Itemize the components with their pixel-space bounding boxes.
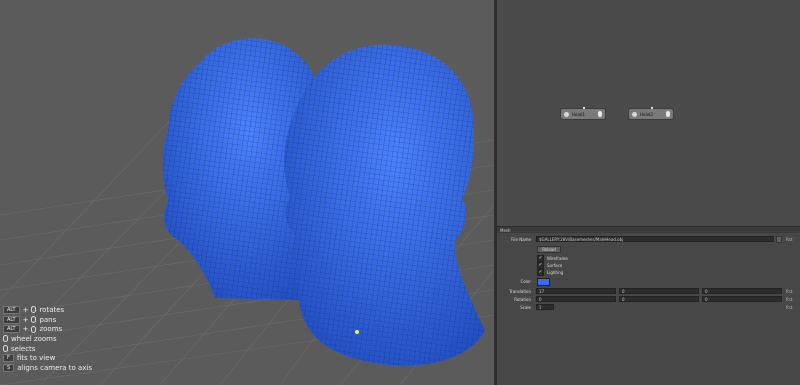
node-icon <box>632 111 637 117</box>
help-line-rotate: ALT + rotates <box>3 305 92 315</box>
rotation-y-field[interactable]: 0 <box>619 296 699 302</box>
lighting-checkbox[interactable]: ✓ Lighting <box>537 269 563 276</box>
file-name-label: File Name <box>511 237 531 242</box>
wireframe-checkbox[interactable]: ✓ Wireframe <box>537 255 568 262</box>
help-line-select: selects <box>3 344 92 354</box>
help-line-align: Saligns camera to axis <box>3 363 92 373</box>
help-line-fit: Ffits to view <box>3 353 92 363</box>
alt-key-icon: ALT <box>3 305 20 314</box>
reload-button[interactable]: Reload <box>537 246 561 253</box>
help-line-wheel: wheel zooms <box>3 334 92 344</box>
mouse-icon <box>31 325 37 333</box>
file-name-field[interactable]: $GALLERY:28V/Basemeshes/MaleHead.obj <box>536 236 774 242</box>
f-key-icon: F <box>3 354 14 363</box>
file-name-reset[interactable]: Rst <box>786 237 792 242</box>
color-label: Color <box>520 279 531 284</box>
rotation-x-field[interactable]: 0 <box>536 296 616 302</box>
rotation-label: Rotation <box>514 297 531 302</box>
rotation-z-field[interactable]: 0 <box>702 296 782 302</box>
alt-key-icon: ALT <box>3 325 20 334</box>
translation-reset[interactable]: Rst <box>786 289 792 294</box>
scale-reset[interactable]: Rst <box>786 305 792 310</box>
mouse-icon <box>31 306 37 314</box>
help-line-pan: ALT + pans <box>3 315 92 325</box>
translation-z-field[interactable]: 0 <box>702 288 782 294</box>
mouse-wheel-icon <box>3 335 8 343</box>
surface-checkbox[interactable]: ✓ Surface <box>537 262 562 269</box>
scale-field[interactable]: 1 <box>536 304 554 310</box>
alt-key-icon: ALT <box>3 315 20 324</box>
mouse-icon <box>31 316 37 324</box>
translation-y-field[interactable]: 0 <box>619 288 699 294</box>
color-swatch[interactable] <box>537 278 550 286</box>
visibility-bulb-icon[interactable] <box>598 111 602 117</box>
selection-marker <box>355 330 359 334</box>
rotation-reset[interactable]: Rst <box>786 297 792 302</box>
translation-x-field[interactable]: 17 <box>536 288 616 294</box>
head-mesh-front <box>284 44 485 366</box>
translation-label: Translation <box>509 289 531 294</box>
visibility-bulb-icon[interactable] <box>666 111 670 117</box>
node-graph[interactable]: Head1 Head2 <box>497 0 800 226</box>
help-line-zoom: ALT + zooms <box>3 324 92 334</box>
node-head2[interactable]: Head2 <box>628 107 674 120</box>
s-key-icon: S <box>3 363 15 372</box>
properties-panel: File Name $GALLERY:28V/Basemeshes/MaleHe… <box>497 233 800 385</box>
node-head1[interactable]: Head1 <box>560 107 606 120</box>
node-icon <box>564 111 569 117</box>
3d-viewport[interactable]: ALT + rotates ALT + pans ALT + zooms wheel zoo… <box>0 0 494 385</box>
browse-button[interactable] <box>776 236 782 243</box>
navigation-help: ALT + rotates ALT + pans ALT + zooms wheel zoo… <box>3 305 92 373</box>
mouse-click-icon <box>3 345 8 353</box>
scale-label: Scale <box>520 305 531 310</box>
